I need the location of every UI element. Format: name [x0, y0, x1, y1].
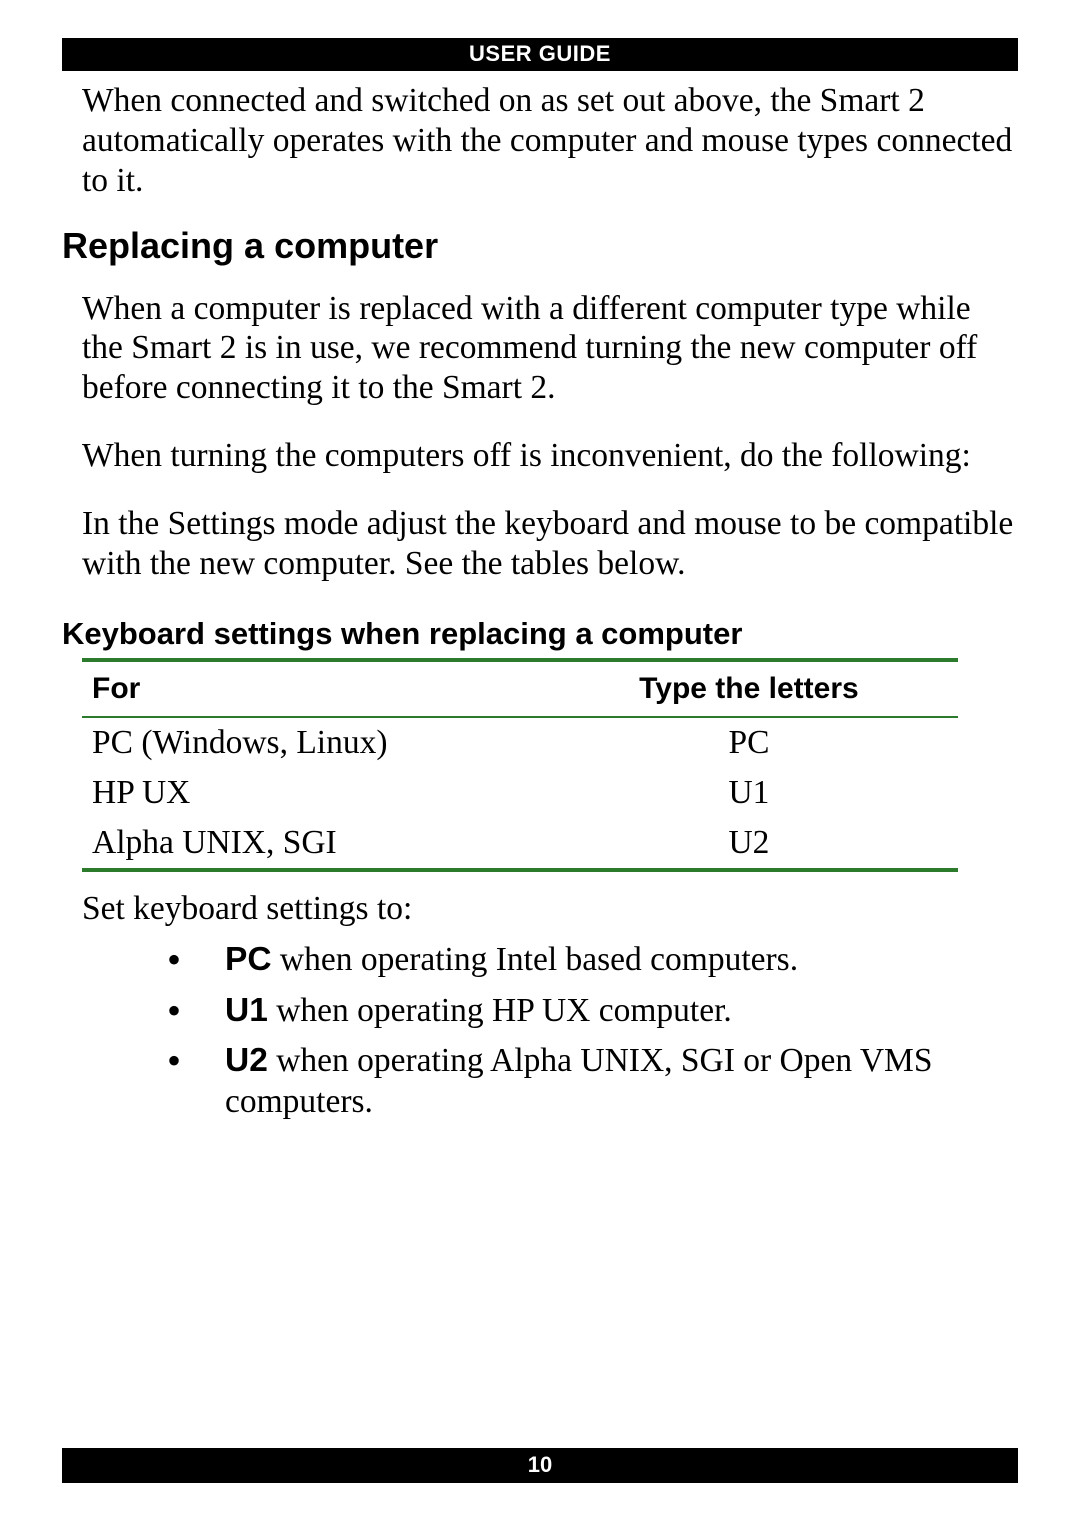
subsection-heading: Keyboard settings when replacing a compu… — [62, 616, 1018, 652]
table-header-type: Type the letters — [560, 660, 958, 717]
list-item: PC when operating Intel based computers. — [167, 940, 1018, 981]
bullet-text: when operating HP UX computer. — [268, 992, 732, 1029]
table-cell-for: HP UX — [82, 768, 560, 818]
table-cell-type: U2 — [560, 818, 958, 870]
list-item: U1 when operating HP UX computer. — [167, 991, 1018, 1032]
list-item: U2 when operating Alpha UNIX, SGI or Ope… — [167, 1041, 1018, 1123]
bullet-text: when operating Alpha UNIX, SGI or Open V… — [225, 1042, 932, 1120]
settings-bullet-list: PC when operating Intel based computers.… — [167, 940, 1018, 1123]
table-row: HP UX U1 — [82, 768, 958, 818]
keyboard-settings-table: For Type the letters PC (Windows, Linux)… — [82, 658, 958, 872]
table-cell-for: PC (Windows, Linux) — [82, 717, 560, 768]
body-paragraph-2: When turning the computers off is inconv… — [82, 436, 1018, 476]
after-table-text: Set keyboard settings to: — [82, 890, 1018, 928]
bullet-bold: PC — [225, 941, 272, 978]
table-header-row: For Type the letters — [82, 660, 958, 717]
section-heading: Replacing a computer — [62, 225, 1018, 267]
body-paragraph-3: In the Settings mode adjust the keyboard… — [82, 504, 1018, 584]
table-row: PC (Windows, Linux) PC — [82, 717, 958, 768]
table-cell-for: Alpha UNIX, SGI — [82, 818, 560, 870]
body-paragraph-1: When a computer is replaced with a diffe… — [82, 289, 1018, 409]
intro-paragraph: When connected and switched on as set ou… — [82, 81, 1018, 201]
table-cell-type: PC — [560, 717, 958, 768]
footer-bar: 10 — [62, 1448, 1018, 1483]
header-bar: USER GUIDE — [62, 38, 1018, 71]
header-title: USER GUIDE — [469, 41, 611, 66]
page-number: 10 — [528, 1452, 552, 1477]
bullet-bold: U1 — [225, 992, 268, 1029]
bullet-bold: U2 — [225, 1042, 268, 1079]
bullet-text: when operating Intel based computers. — [272, 941, 799, 978]
table-cell-type: U1 — [560, 768, 958, 818]
table-row: Alpha UNIX, SGI U2 — [82, 818, 958, 870]
table-header-for: For — [82, 660, 560, 717]
